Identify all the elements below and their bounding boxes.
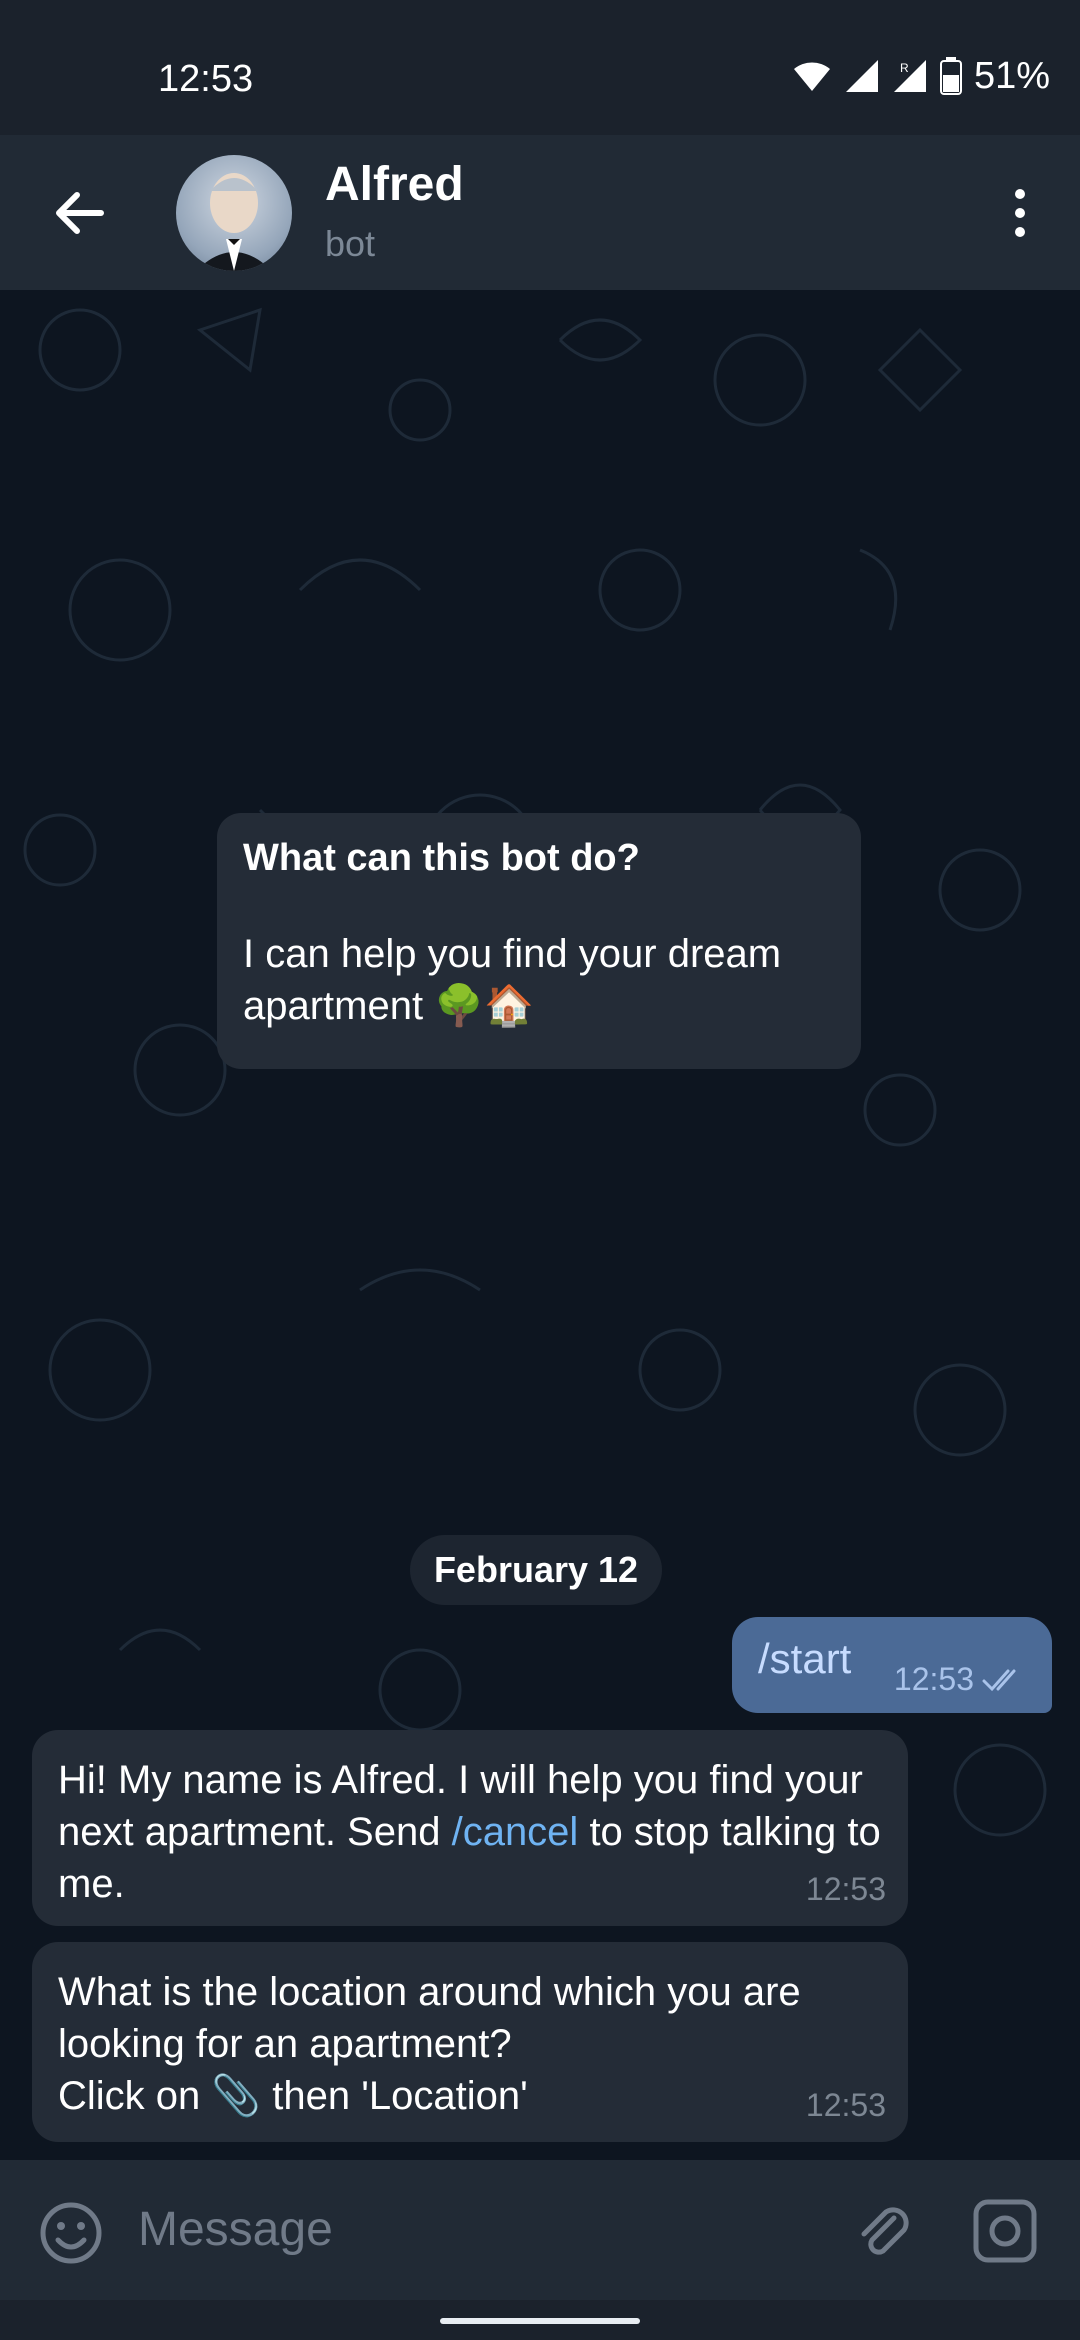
navigation-bar (0, 2300, 1080, 2340)
message-text: /start (758, 1635, 852, 1682)
chat-header: Alfred bot (0, 135, 1080, 290)
bot-description-text: I can help you find your dream apartment… (243, 932, 782, 1028)
date-separator: February 12 (410, 1535, 662, 1605)
battery-icon (939, 57, 962, 95)
arrow-left-icon (56, 192, 104, 234)
camera-icon (973, 2199, 1037, 2263)
more-vertical-icon (1015, 189, 1025, 237)
message-meta: 12:53 (894, 1661, 1026, 1698)
camera-button[interactable] (970, 2196, 1040, 2266)
cancel-command-link[interactable]: /cancel (452, 1810, 579, 1854)
chat-subtitle: bot (325, 223, 376, 264)
status-time: 12:53 (158, 58, 254, 100)
bot-description-title: What can this bot do? (243, 837, 640, 879)
message-time: 12:53 (805, 2087, 886, 2123)
wifi-icon (793, 62, 830, 91)
message-composer: Message (0, 2160, 1080, 2300)
battery-level: 51% (973, 54, 1050, 97)
status-icons: R 51% (792, 52, 1050, 100)
outgoing-message[interactable]: /start 12:53 (732, 1617, 1052, 1713)
paperclip-icon (861, 2207, 909, 2255)
message-text: What is the location around which you ar… (58, 1970, 801, 2118)
message-time: 12:53 (893, 1661, 974, 1697)
status-bar: 12:53 R 51% (0, 0, 1080, 135)
butler-avatar-icon (196, 173, 272, 271)
svg-text:R: R (900, 61, 909, 75)
message-time: 12:53 (805, 1871, 886, 1907)
signal-roaming-icon: R (893, 60, 926, 92)
incoming-message[interactable]: What is the location around which you ar… (32, 1942, 908, 2142)
double-check-icon (982, 1669, 1016, 1691)
emoji-button[interactable] (36, 2198, 106, 2268)
back-button[interactable] (40, 173, 120, 253)
chat-title: Alfred (325, 158, 464, 211)
message-text: Hi! My name is Alfred. I will help you f… (58, 1754, 882, 1910)
chat-area[interactable]: What can this bot do? I can help you fin… (0, 290, 1080, 2160)
message-input[interactable]: Message (138, 2190, 818, 2270)
attach-button[interactable] (848, 2196, 918, 2266)
incoming-message[interactable]: Hi! My name is Alfred. I will help you f… (32, 1730, 908, 1926)
more-options-button[interactable] (980, 173, 1060, 253)
signal-icon (845, 60, 878, 92)
emoji-icon (40, 2202, 102, 2264)
home-gesture-handle[interactable] (440, 2318, 640, 2324)
bot-description-card: What can this bot do? I can help you fin… (217, 813, 861, 1069)
avatar[interactable] (176, 155, 292, 271)
